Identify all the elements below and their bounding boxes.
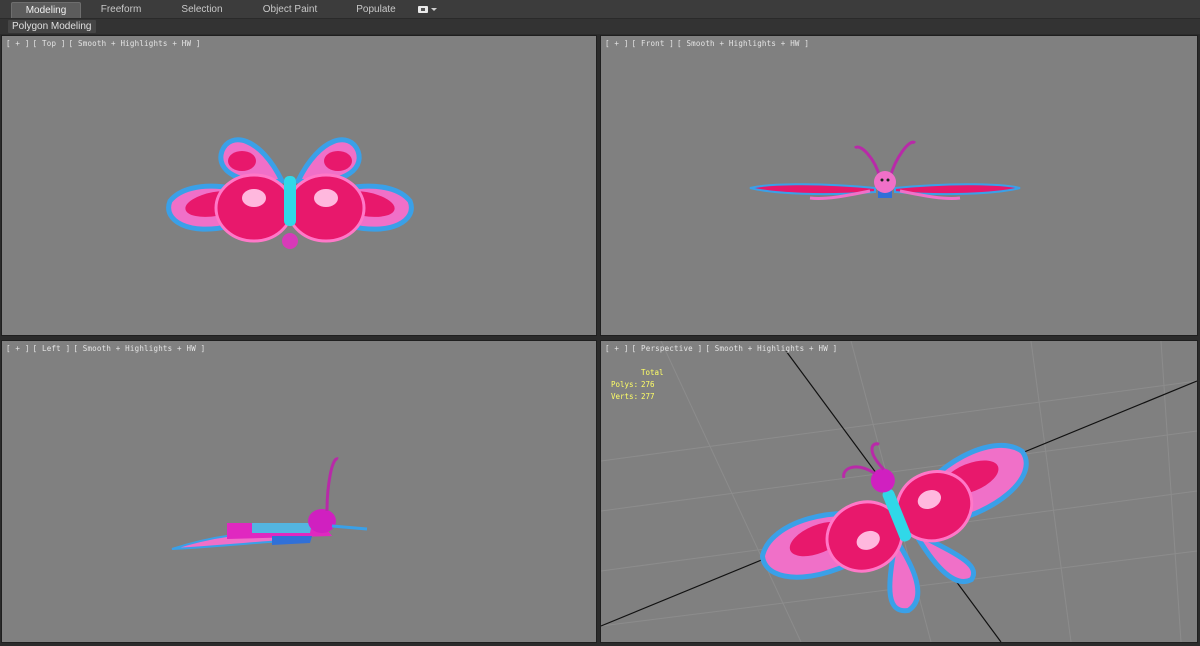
tab-populate[interactable]: Populate (342, 2, 410, 17)
viewport-left-label: [ + ][ Left ][ Smooth + Highlights + HW … (6, 344, 208, 353)
viewport-front[interactable]: [ + ][ Front ][ Smooth + Highlights + HW… (600, 35, 1198, 336)
viewport-menu-button[interactable]: [ + ] (6, 344, 30, 353)
viewport-menu-button[interactable]: [ + ] (6, 39, 30, 48)
scene-statistics: Total Polys: 276 Verts: 277 (611, 367, 664, 403)
viewport-view-label[interactable]: [ Front ] (632, 39, 674, 48)
butterfly-front-view (749, 140, 1021, 200)
viewport-shading-label[interactable]: [ Smooth + Highlights + HW ] (677, 39, 809, 48)
ribbon-tab-bar: Modeling Freeform Selection Object Paint… (0, 0, 1200, 19)
ribbon-options-button[interactable] (418, 4, 440, 15)
ribbon-panel-row: Polygon Modeling (0, 19, 1200, 34)
viewport-menu-button[interactable]: [ + ] (605, 39, 629, 48)
viewport-shading-label[interactable]: [ Smooth + Highlights + HW ] (69, 39, 201, 48)
viewport-shading-label[interactable]: [ Smooth + Highlights + HW ] (73, 344, 205, 353)
chevron-down-icon (431, 8, 437, 11)
stats-polys-label: Polys: (611, 380, 639, 389)
stats-polys-value: 276 (641, 380, 655, 389)
butterfly-left-view (171, 457, 368, 550)
stats-verts-value: 277 (641, 392, 655, 401)
tab-freeform[interactable]: Freeform (86, 2, 156, 17)
viewport-shading-label[interactable]: [ Smooth + Highlights + HW ] (705, 344, 837, 353)
viewport-view-label[interactable]: [ Perspective ] (632, 344, 703, 353)
butterfly-top-view (166, 137, 414, 249)
viewport-view-label[interactable]: [ Top ] (33, 39, 66, 48)
viewport-perspective[interactable]: [ + ][ Perspective ][ Smooth + Highlight… (600, 340, 1198, 643)
viewport-left[interactable]: [ + ][ Left ][ Smooth + Highlights + HW … (1, 340, 597, 643)
tab-modeling[interactable]: Modeling (11, 2, 81, 18)
viewport-top[interactable]: [ + ][ Top ][ Smooth + Highlights + HW ] (1, 35, 597, 336)
panel-polygon-modeling[interactable]: Polygon Modeling (8, 20, 96, 33)
tab-object-paint[interactable]: Object Paint (250, 2, 330, 17)
stats-header: Total (641, 368, 664, 377)
tab-selection[interactable]: Selection (166, 2, 238, 17)
stats-verts-label: Verts: (611, 392, 639, 401)
viewport-front-label: [ + ][ Front ][ Smooth + Highlights + HW… (605, 39, 812, 48)
viewport-perspective-label: [ + ][ Perspective ][ Smooth + Highlight… (605, 344, 840, 353)
viewport-menu-button[interactable]: [ + ] (605, 344, 629, 353)
ribbon-options-icon (418, 6, 428, 13)
perspective-scene (601, 341, 1197, 642)
viewport-view-label[interactable]: [ Left ] (33, 344, 71, 353)
viewport-top-label: [ + ][ Top ][ Smooth + Highlights + HW ] (6, 39, 204, 48)
